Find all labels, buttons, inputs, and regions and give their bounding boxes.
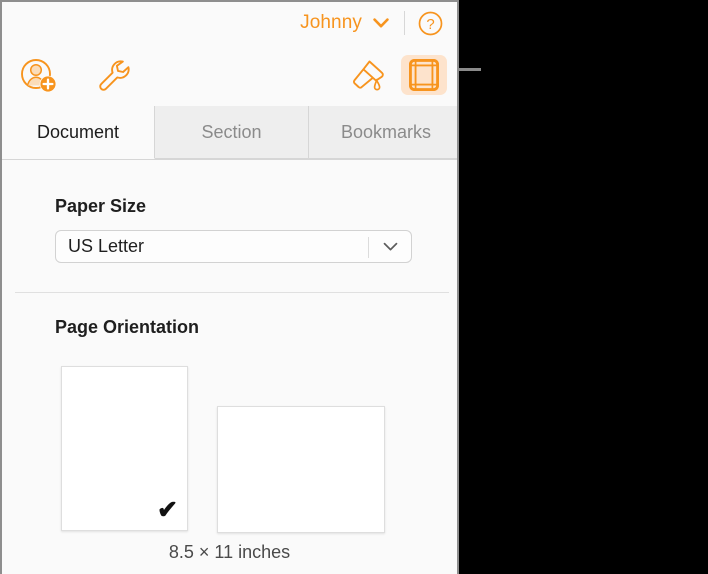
- page-orientation-label: Page Orientation: [55, 317, 200, 337]
- tab-document[interactable]: Document: [2, 106, 155, 159]
- select-separator: [368, 237, 369, 258]
- document-setup-icon: [409, 59, 439, 91]
- paper-dimensions-caption: 8.5 × 11 inches: [168, 542, 291, 562]
- format-paint-icon: [353, 60, 384, 91]
- toolbar-right-group: [345, 55, 457, 95]
- format-inspector-panel: Johnny ? Document Section Bookmarks Pape…: [0, 0, 459, 574]
- tab-bookmarks[interactable]: Bookmarks: [309, 106, 457, 159]
- chevron-down-icon: [373, 17, 389, 29]
- inspector-tabs: Document Section Bookmarks: [2, 106, 457, 160]
- tab-bookmarks-label: Bookmarks: [340, 121, 432, 142]
- toolbar: [2, 44, 457, 106]
- add-collaborator-button[interactable]: [16, 55, 62, 95]
- section-divider: [15, 292, 449, 293]
- help-button[interactable]: ?: [418, 11, 443, 36]
- paper-size-value: US Letter: [68, 236, 145, 256]
- account-bar: Johnny ?: [2, 2, 457, 44]
- wrench-icon: [99, 60, 130, 91]
- add-collaborator-icon: [21, 59, 57, 93]
- format-paint-button[interactable]: [345, 55, 391, 95]
- inspector-body: Paper Size US Letter Page Orientation ✔ …: [2, 160, 457, 574]
- tab-section-label: Section: [201, 121, 262, 142]
- page-orientation-group: Page Orientation ✔: [55, 317, 390, 536]
- toolbar-left-group: [2, 55, 136, 95]
- chevron-down-icon: [383, 242, 398, 252]
- orientation-options: ✔: [55, 366, 390, 536]
- paper-size-select[interactable]: US Letter: [55, 230, 412, 263]
- account-divider: [404, 11, 405, 35]
- tab-document-label: Document: [36, 121, 120, 142]
- account-name-label: Johnny: [300, 12, 362, 33]
- tools-button[interactable]: [90, 55, 136, 95]
- tab-section[interactable]: Section: [155, 106, 309, 159]
- checkmark-icon: ✔: [157, 496, 178, 524]
- screen: Johnny ? Document Section Bookmarks Pape…: [0, 0, 708, 574]
- paper-size-label: Paper Size: [55, 196, 147, 216]
- document-setup-button[interactable]: [401, 55, 447, 95]
- question-mark-circle-icon: ?: [418, 11, 443, 35]
- orientation-option-landscape[interactable]: [217, 406, 385, 533]
- svg-text:?: ?: [426, 16, 434, 33]
- account-menu-button[interactable]: Johnny: [300, 12, 389, 34]
- orientation-option-portrait[interactable]: ✔: [61, 366, 188, 531]
- paper-size-group: Paper Size US Letter: [55, 196, 412, 263]
